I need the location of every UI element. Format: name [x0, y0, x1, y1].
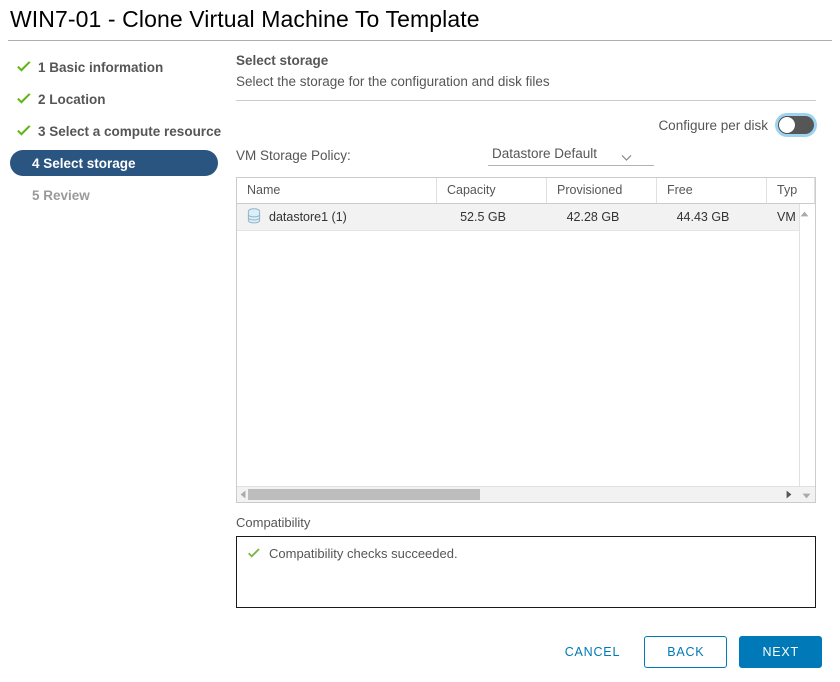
scroll-right-icon[interactable]: [786, 486, 792, 504]
datastore-name: datastore1 (1): [269, 210, 347, 224]
scroll-thumb[interactable]: [248, 489, 480, 500]
check-icon: [16, 92, 32, 106]
table-vertical-scrollbar[interactable]: [799, 204, 815, 487]
compatibility-message: Compatibility checks succeeded.: [269, 546, 458, 561]
table-header-row: Name Capacity Provisioned Free Typ: [237, 178, 815, 204]
sidebar-step-location[interactable]: 2 Location: [10, 86, 218, 112]
vm-storage-policy-row: VM Storage Policy: Datastore Default: [236, 143, 816, 167]
section-divider: [236, 100, 816, 101]
column-header-type[interactable]: Typ: [767, 178, 815, 203]
main-content: Select storage Select the storage for th…: [228, 41, 840, 608]
column-header-capacity[interactable]: Capacity: [437, 178, 547, 203]
wizard-steps: 1 Basic information 2 Location 3 Select …: [0, 41, 228, 214]
cancel-button[interactable]: CANCEL: [551, 636, 635, 668]
column-header-provisioned[interactable]: Provisioned: [547, 178, 657, 203]
next-button[interactable]: NEXT: [739, 636, 822, 668]
check-icon: [16, 60, 32, 74]
sidebar-step-review[interactable]: 5 Review: [10, 182, 218, 208]
sidebar-step-label: 3 Select a compute resource: [38, 123, 222, 139]
compatibility-label: Compatibility: [236, 515, 311, 530]
toggle-knob: [779, 117, 795, 133]
wizard-body: 1 Basic information 2 Location 3 Select …: [0, 41, 840, 608]
configure-per-disk-label: Configure per disk: [658, 117, 768, 133]
sidebar-step-label: 2 Location: [38, 91, 106, 107]
sidebar-step-select-storage[interactable]: 4 Select storage: [10, 150, 218, 176]
scroll-up-icon[interactable]: [800, 204, 809, 221]
compatibility-box: Compatibility checks succeeded.: [236, 536, 816, 608]
check-icon: [247, 547, 261, 565]
vm-storage-policy-select[interactable]: Datastore Default: [488, 144, 654, 166]
back-button[interactable]: BACK: [644, 636, 728, 668]
datastore-table: Name Capacity Provisioned Free Typ datas…: [236, 177, 816, 503]
section-subtitle: Select the storage for the configuration…: [236, 74, 550, 89]
table-row[interactable]: datastore1 (1) 52.5 GB 42.28 GB 44.43 GB…: [237, 204, 815, 231]
configure-per-disk-toggle[interactable]: [778, 116, 814, 134]
section-title: Select storage: [236, 53, 329, 68]
table-horizontal-scrollbar[interactable]: [237, 486, 815, 502]
sidebar-step-label: 4 Select storage: [32, 155, 136, 171]
page-title: WIN7-01 - Clone Virtual Machine To Templ…: [10, 6, 480, 32]
cell-name: datastore1 (1): [237, 207, 437, 227]
sidebar-step-label: 5 Review: [32, 187, 90, 203]
column-header-name[interactable]: Name: [237, 178, 437, 203]
cell-capacity: 52.5 GB: [460, 210, 506, 224]
sidebar-step-basic-information[interactable]: 1 Basic information: [10, 54, 218, 80]
column-header-free[interactable]: Free: [657, 178, 767, 203]
sidebar-step-select-compute-resource[interactable]: 3 Select a compute resource: [10, 118, 222, 144]
scroll-end-controls: [776, 486, 815, 504]
vm-storage-policy-select-wrap: Datastore Default: [488, 144, 654, 166]
cell-free: 44.43 GB: [676, 210, 730, 224]
wizard-footer: CANCEL BACK NEXT: [551, 636, 822, 668]
datastore-icon: [247, 207, 261, 227]
scroll-down-icon[interactable]: [802, 486, 811, 504]
scroll-left-icon[interactable]: [240, 486, 246, 504]
cell-provisioned: 42.28 GB: [566, 210, 620, 224]
configure-per-disk-row: Configure per disk: [228, 113, 816, 137]
check-icon: [16, 124, 32, 138]
sidebar-step-label: 1 Basic information: [38, 59, 164, 75]
vm-storage-policy-label: VM Storage Policy:: [236, 147, 351, 163]
